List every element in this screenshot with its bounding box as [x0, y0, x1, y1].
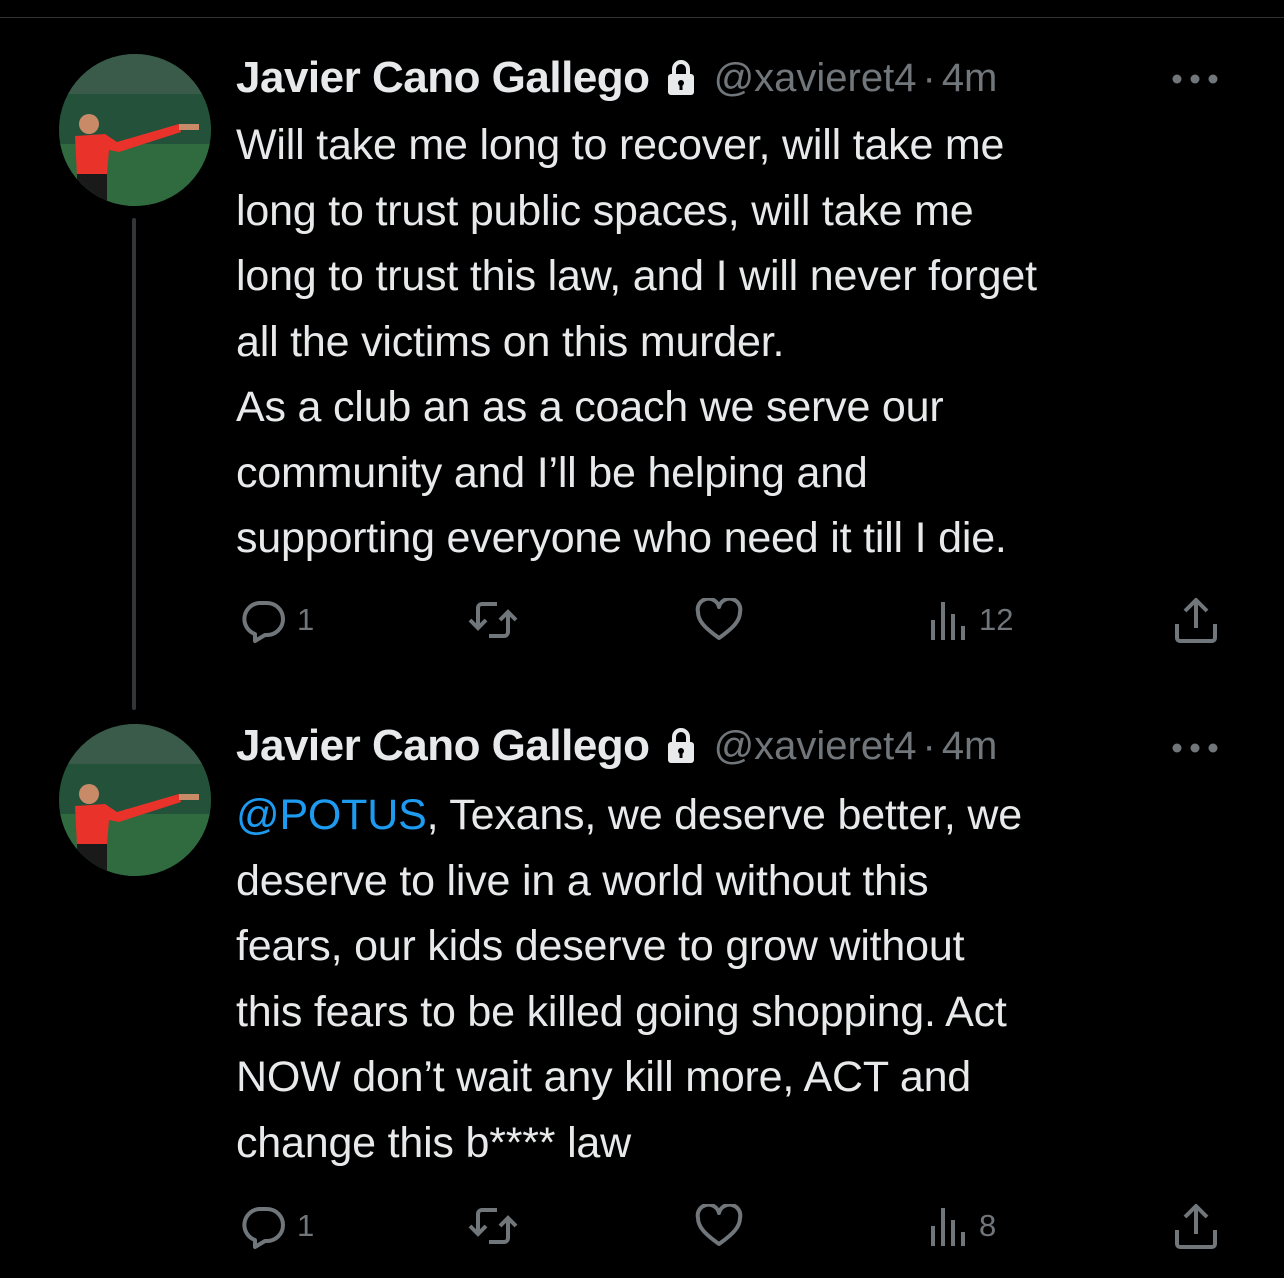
views-button[interactable]: 8 [929, 1202, 996, 1250]
separator-dot: · [922, 723, 936, 768]
action-bar: 1 [0, 596, 1284, 646]
share-button[interactable] [1173, 596, 1219, 644]
reply-button[interactable]: 1 [239, 1202, 314, 1250]
tweet-header: Javier Cano Gallego @xavieret4 · 4m [236, 720, 997, 772]
more-icon[interactable] [1171, 741, 1219, 753]
avatar[interactable] [59, 724, 211, 876]
action-bar: 1 [0, 1202, 1284, 1252]
share-button[interactable] [1173, 1202, 1219, 1250]
reply-count: 1 [297, 1208, 315, 1243]
display-name[interactable]: Javier Cano Gallego [236, 721, 650, 771]
handle[interactable]: @xavieret4 [714, 724, 917, 769]
reply-button[interactable]: 1 [239, 596, 314, 644]
reply-icon [239, 596, 287, 644]
mention-link[interactable]: @POTUS [236, 791, 427, 839]
view-count: 12 [979, 602, 1014, 637]
retweet-icon [467, 598, 519, 642]
lock-icon [666, 727, 696, 765]
retweet-icon [467, 1204, 519, 1248]
handle[interactable]: @xavieret4 [714, 56, 917, 101]
tweet-text: Will take me long to recover, will take … [236, 113, 1246, 572]
view-count: 8 [979, 1208, 997, 1243]
views-icon [929, 1202, 969, 1250]
separator-dot: · [922, 55, 936, 100]
like-icon [695, 1204, 743, 1248]
tweet-text: @POTUS, Texans, we deserve better, we de… [236, 783, 1246, 1176]
like-icon [695, 598, 743, 642]
lock-icon [666, 59, 696, 97]
avatar[interactable] [59, 54, 211, 206]
tweet-body: Will take me long to recover, will take … [236, 121, 1037, 562]
views-button[interactable]: 12 [929, 596, 1013, 644]
like-button[interactable] [695, 1204, 753, 1248]
like-button[interactable] [695, 598, 753, 642]
reply-count: 1 [297, 602, 315, 637]
display-name[interactable]: Javier Cano Gallego [236, 53, 650, 103]
timestamp[interactable]: 4m [942, 724, 998, 769]
more-icon[interactable] [1171, 72, 1219, 84]
top-divider [0, 17, 1284, 18]
retweet-button[interactable] [467, 1204, 529, 1248]
timestamp[interactable]: 4m [942, 56, 998, 101]
share-icon [1173, 596, 1219, 644]
retweet-button[interactable] [467, 598, 529, 642]
tweet-body: , Texans, we deserve better, we deserve … [236, 791, 1022, 1167]
share-icon [1173, 1202, 1219, 1250]
tweet-header: Javier Cano Gallego @xavieret4 · 4m [236, 52, 997, 104]
views-icon [929, 596, 969, 644]
reply-icon [239, 1202, 287, 1250]
